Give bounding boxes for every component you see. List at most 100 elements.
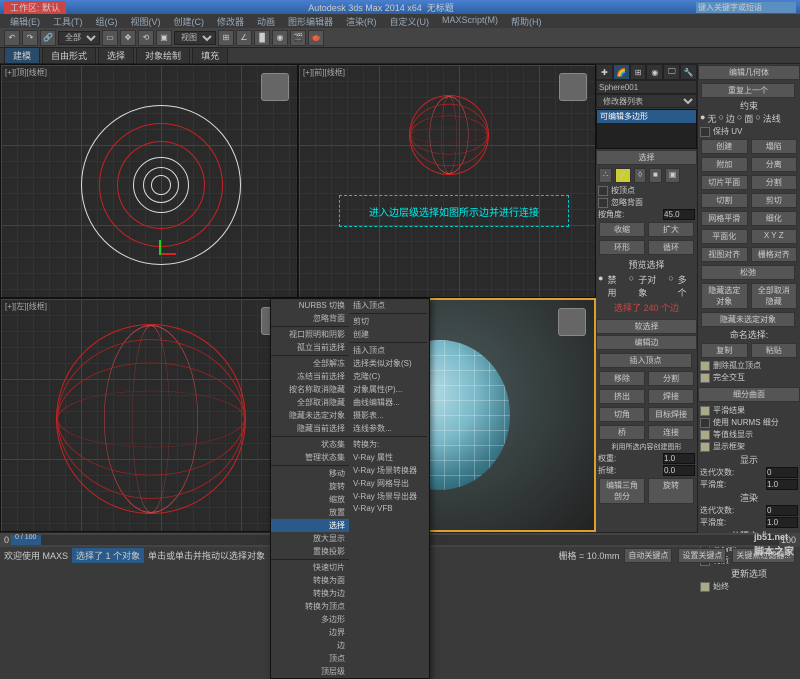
viewport-top[interactable]: [+][顶][线框] — [0, 64, 298, 298]
unhide-all-button[interactable]: 全部取消隐藏 — [751, 283, 798, 309]
soft-selection-rollout[interactable]: 软选择 — [596, 319, 697, 334]
tessellate-button[interactable]: 细化 — [751, 211, 798, 226]
tab-freeform[interactable]: 自由形式 — [42, 47, 96, 64]
tab-selection[interactable]: 选择 — [98, 47, 134, 64]
tab-object-paint[interactable]: 对象绘制 — [136, 47, 190, 64]
slice-plane-button[interactable]: 切片平面 — [701, 175, 748, 190]
viewport-left[interactable]: [+][左][线框] — [0, 298, 298, 532]
shrink-button[interactable]: 收缩 — [599, 222, 645, 237]
edit-edges-rollout[interactable]: 编辑边 — [596, 335, 697, 350]
bridge-button[interactable]: 桥 — [599, 425, 645, 440]
context-item[interactable]: 插入顶点 — [349, 344, 427, 357]
context-item[interactable]: 连线参数... — [349, 422, 427, 435]
grow-button[interactable]: 扩大 — [648, 222, 694, 237]
slice-button[interactable]: 分割 — [751, 175, 798, 190]
menu-help[interactable]: 帮助(H) — [505, 14, 548, 28]
context-item[interactable]: 移动 — [271, 467, 349, 480]
menu-tools[interactable]: 工具(T) — [47, 14, 89, 28]
context-item[interactable]: 状态集 — [271, 438, 349, 451]
iterations-input[interactable] — [766, 467, 798, 478]
context-item[interactable]: 冻结当前选择 — [271, 370, 349, 383]
context-item[interactable]: 克隆(C) — [349, 370, 427, 383]
menu-animation[interactable]: 动画 — [251, 14, 281, 28]
tab-modeling[interactable]: 建模 — [4, 47, 40, 64]
context-item[interactable]: 创建 — [349, 328, 427, 341]
preserve-uv-checkbox[interactable]: 保持 UV — [700, 126, 798, 137]
view-align-button[interactable]: 视图对齐 — [701, 247, 748, 262]
use-nurms-checkbox[interactable]: 使用 NURMS 细分 — [700, 417, 798, 428]
snap-button[interactable]: ⊞ — [218, 30, 234, 46]
smoothness-input[interactable] — [766, 479, 798, 490]
tab-populate[interactable]: 填充 — [192, 47, 228, 64]
menu-customize[interactable]: 自定义(U) — [384, 14, 436, 28]
by-vertex-checkbox[interactable]: 按顶点 — [598, 185, 695, 196]
ring-button[interactable]: 环形 — [599, 240, 645, 255]
menu-render[interactable]: 渲染(R) — [340, 14, 383, 28]
target-weld-button[interactable]: 目标焊接 — [648, 407, 694, 422]
context-item[interactable]: 置换投影 — [271, 545, 349, 558]
context-item[interactable]: 转换为面 — [271, 574, 349, 587]
full-interactive-checkbox[interactable]: 完全交互 — [700, 372, 798, 383]
crease-input[interactable] — [663, 465, 695, 476]
context-item[interactable]: 剪切 — [349, 315, 427, 328]
hide-unsel-button[interactable]: 隐藏未选定对象 — [701, 312, 795, 327]
context-item[interactable]: 孤立当前选择 — [271, 341, 349, 354]
relax-button[interactable]: 松弛 — [701, 265, 795, 280]
utilities-tab-icon[interactable]: 🔧 — [680, 64, 697, 80]
connect-button[interactable]: 连接 — [648, 425, 694, 440]
display-tab-icon[interactable]: 🖵 — [663, 64, 680, 80]
weight-input[interactable] — [663, 453, 695, 464]
create-button[interactable]: 创建 — [701, 139, 748, 154]
vertex-subobj-icon[interactable]: ∴ — [599, 168, 612, 183]
help-search-input[interactable]: 键入关键字或短语 — [696, 2, 796, 13]
context-item[interactable]: 放置 — [271, 506, 349, 519]
link-button[interactable]: 🔗 — [40, 30, 56, 46]
show-cage-checkbox[interactable]: 显示框架 — [700, 441, 798, 452]
ignore-backfacing-checkbox[interactable]: 忽略背面 — [598, 197, 695, 208]
subdiv-rollout[interactable]: 细分曲面 — [698, 387, 800, 402]
insert-vertex-button[interactable]: 插入顶点 — [599, 353, 692, 368]
context-item[interactable]: V-Ray 场景转换器 — [349, 464, 427, 477]
context-item[interactable]: V-Ray VFB — [349, 503, 427, 514]
context-item[interactable]: 隐藏当前选择 — [271, 422, 349, 435]
angle-input[interactable] — [663, 209, 695, 220]
redo-button[interactable]: ↷ — [22, 30, 38, 46]
remove-button[interactable]: 移除 — [599, 371, 645, 386]
chamfer-button[interactable]: 切角 — [599, 407, 645, 422]
split-button[interactable]: 分割 — [648, 371, 694, 386]
modifier-list[interactable]: 修改器列表 — [596, 94, 697, 108]
modifier-stack[interactable]: 可编辑多边形 — [596, 109, 697, 149]
context-item[interactable]: 顶点 — [271, 652, 349, 665]
msmooth-button[interactable]: 网格平滑 — [701, 211, 748, 226]
hierarchy-tab-icon[interactable]: ⊞ — [630, 64, 647, 80]
context-item[interactable]: 管理状态集 — [271, 451, 349, 464]
paste-button[interactable]: 粘贴 — [751, 343, 798, 358]
material-editor-button[interactable]: ◉ — [272, 30, 288, 46]
context-item[interactable]: 边界 — [271, 626, 349, 639]
viewport-front[interactable]: [+][前][线框] 进入边层级选择如图所示边并进行连接 — [298, 64, 596, 298]
workspace-tab[interactable]: 工作区: 默认 — [4, 1, 66, 14]
move-button[interactable]: ✥ — [120, 30, 136, 46]
angle-snap-button[interactable]: ∠ — [236, 30, 252, 46]
context-item[interactable]: V-Ray 场景导出器 — [349, 490, 427, 503]
selection-filter[interactable]: 全部 — [58, 31, 100, 45]
create-tab-icon[interactable]: ✚ — [596, 64, 613, 80]
context-item[interactable]: 全部解冻 — [271, 357, 349, 370]
context-item[interactable]: 旋转 — [271, 480, 349, 493]
motion-tab-icon[interactable]: ◉ — [646, 64, 663, 80]
render-button[interactable]: 🫖 — [308, 30, 324, 46]
menu-maxscript[interactable]: MAXScript(M) — [436, 14, 504, 28]
context-item[interactable]: 全部取消隐藏 — [271, 396, 349, 409]
set-key-button[interactable]: 设置关键点 — [678, 548, 726, 563]
context-item[interactable]: 顶层级 — [271, 665, 349, 678]
context-item[interactable]: 转换为顶点 — [271, 600, 349, 613]
menu-create[interactable]: 创建(C) — [168, 14, 211, 28]
attach-button[interactable]: 附加 — [701, 157, 748, 172]
context-item[interactable]: 曲线编辑器... — [349, 396, 427, 409]
element-subobj-icon[interactable]: ▣ — [665, 168, 681, 183]
context-item[interactable]: 选择 — [271, 519, 349, 532]
context-item[interactable]: 转换为: — [349, 438, 427, 451]
menu-graph[interactable]: 图形编辑器 — [282, 14, 339, 28]
context-item[interactable]: 选择类似对象(S) — [349, 357, 427, 370]
context-item[interactable]: V-Ray 属性 — [349, 451, 427, 464]
